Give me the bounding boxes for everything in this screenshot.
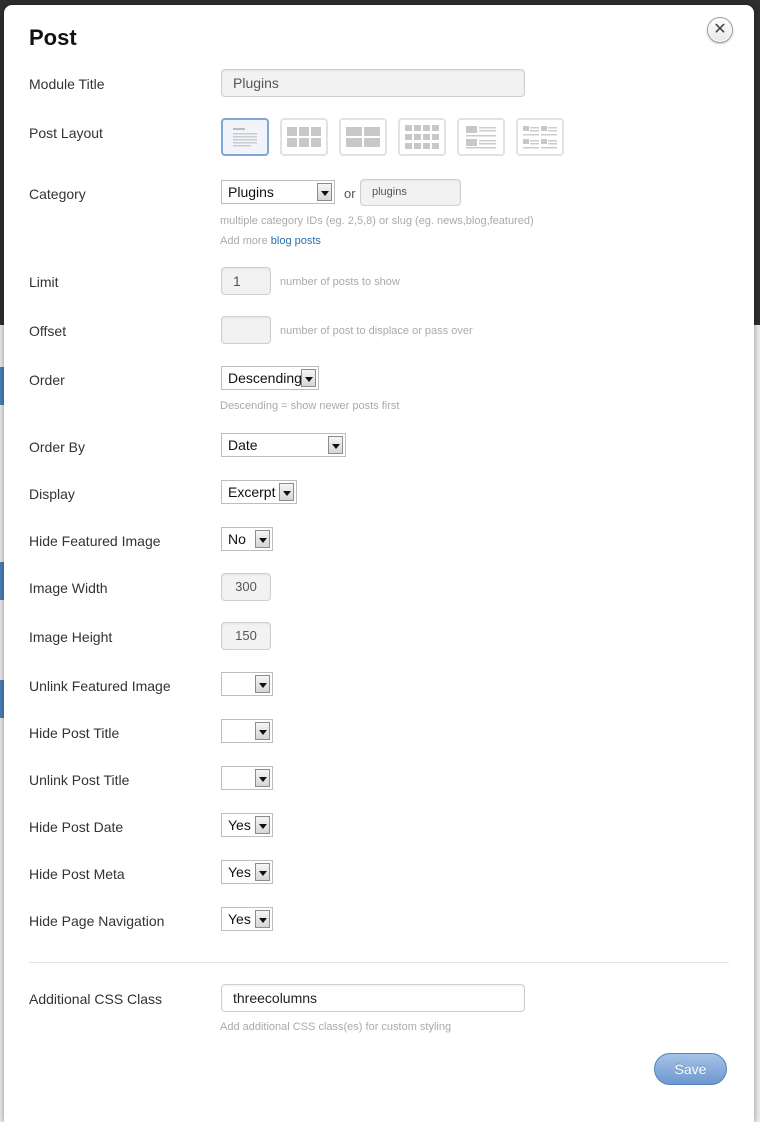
order-by-label: Order By bbox=[29, 439, 86, 455]
chevron-down-icon bbox=[328, 436, 343, 454]
category-or-text: or bbox=[344, 186, 356, 201]
additional-css-class-label: Additional CSS Class bbox=[29, 991, 163, 1007]
chevron-down-icon bbox=[255, 722, 270, 740]
order-select-value: Descending bbox=[228, 370, 302, 386]
grid3-layout-icon bbox=[346, 127, 380, 147]
layout-grid4-option[interactable] bbox=[280, 118, 328, 156]
additional-css-class-input[interactable]: threecolumns bbox=[221, 984, 525, 1012]
unlink-featured-image-label: Unlink Featured Image bbox=[29, 678, 171, 694]
additional-css-class-hint: Add additional CSS class(es) for custom … bbox=[220, 1021, 452, 1033]
chevron-down-icon bbox=[255, 769, 270, 787]
display-select[interactable]: Excerpt bbox=[221, 480, 297, 504]
hide-post-meta-select[interactable]: Yes bbox=[221, 860, 273, 884]
hide-page-navigation-label: Hide Page Navigation bbox=[29, 913, 165, 929]
unlink-post-title-label: Unlink Post Title bbox=[29, 772, 130, 788]
chevron-down-icon bbox=[279, 483, 294, 501]
hide-featured-image-select[interactable]: No bbox=[221, 527, 273, 551]
grid2-thumb-layout-icon bbox=[523, 126, 557, 149]
offset-label: Offset bbox=[29, 323, 67, 339]
post-module-dialog: Post ✕ Module Title Plugins Post Layout bbox=[4, 5, 754, 1122]
unlink-featured-image-select[interactable] bbox=[221, 672, 273, 696]
hide-post-title-label: Hide Post Title bbox=[29, 725, 120, 741]
layout-list-thumb-image-option[interactable] bbox=[457, 118, 505, 156]
chevron-down-icon bbox=[317, 183, 332, 201]
display-label: Display bbox=[29, 486, 75, 502]
chevron-down-icon bbox=[301, 369, 316, 387]
limit-label: Limit bbox=[29, 274, 59, 290]
save-button[interactable]: Save bbox=[654, 1053, 727, 1085]
hide-post-title-select[interactable] bbox=[221, 719, 273, 743]
list-layout-icon bbox=[233, 128, 257, 147]
hide-post-date-select[interactable]: Yes bbox=[221, 813, 273, 837]
layout-grid2-thumb-option[interactable] bbox=[516, 118, 564, 156]
layout-grid2-option[interactable] bbox=[398, 118, 446, 156]
category-add-more: Add more blog posts bbox=[220, 235, 321, 247]
display-select-value: Excerpt bbox=[228, 484, 276, 500]
grid4-layout-icon bbox=[287, 127, 321, 147]
offset-hint: number of post to displace or pass over bbox=[280, 325, 473, 337]
category-label: Category bbox=[29, 186, 86, 202]
order-by-select-value: Date bbox=[228, 437, 258, 453]
dialog-title: Post bbox=[29, 25, 77, 50]
close-icon[interactable]: ✕ bbox=[707, 17, 733, 43]
category-add-more-prefix: Add more bbox=[220, 235, 268, 247]
order-by-select[interactable]: Date bbox=[221, 433, 346, 457]
blog-posts-link[interactable]: blog posts bbox=[271, 235, 321, 247]
hide-page-navigation-select-value: Yes bbox=[228, 911, 251, 927]
post-layout-label: Post Layout bbox=[29, 125, 103, 141]
hide-featured-image-select-value: No bbox=[228, 531, 246, 547]
category-slug-input[interactable]: plugins bbox=[360, 179, 461, 206]
hide-post-date-label: Hide Post Date bbox=[29, 819, 124, 835]
limit-hint: number of posts to show bbox=[280, 276, 400, 288]
list-thumb-layout-icon bbox=[466, 126, 496, 149]
order-hint: Descending = show newer posts first bbox=[220, 400, 400, 412]
limit-input[interactable]: 1 bbox=[221, 267, 271, 295]
category-hint: multiple category IDs (eg. 2,5,8) or slu… bbox=[220, 215, 534, 227]
chevron-down-icon bbox=[255, 675, 270, 693]
unlink-post-title-select[interactable] bbox=[221, 766, 273, 790]
chevron-down-icon bbox=[255, 863, 270, 881]
hide-post-date-select-value: Yes bbox=[228, 817, 251, 833]
chevron-down-icon bbox=[255, 910, 270, 928]
layout-list-post-option[interactable] bbox=[221, 118, 269, 156]
image-height-label: Image Height bbox=[29, 629, 113, 645]
section-divider bbox=[29, 962, 729, 963]
category-select-value: Plugins bbox=[228, 184, 274, 200]
layout-grid3-option[interactable] bbox=[339, 118, 387, 156]
image-width-label: Image Width bbox=[29, 580, 108, 596]
grid2-layout-icon bbox=[405, 125, 439, 149]
chevron-down-icon bbox=[255, 816, 270, 834]
hide-page-navigation-select[interactable]: Yes bbox=[221, 907, 273, 931]
offset-input[interactable] bbox=[221, 316, 271, 344]
category-select[interactable]: Plugins bbox=[221, 180, 335, 204]
image-height-input[interactable]: 150 bbox=[221, 622, 271, 650]
order-select[interactable]: Descending bbox=[221, 366, 319, 390]
order-label: Order bbox=[29, 372, 65, 388]
hide-featured-image-label: Hide Featured Image bbox=[29, 533, 161, 549]
module-title-input[interactable]: Plugins bbox=[221, 69, 525, 97]
module-title-label: Module Title bbox=[29, 76, 105, 92]
hide-post-meta-label: Hide Post Meta bbox=[29, 866, 125, 882]
hide-post-meta-select-value: Yes bbox=[228, 864, 251, 880]
image-width-input[interactable]: 300 bbox=[221, 573, 271, 601]
chevron-down-icon bbox=[255, 530, 270, 548]
